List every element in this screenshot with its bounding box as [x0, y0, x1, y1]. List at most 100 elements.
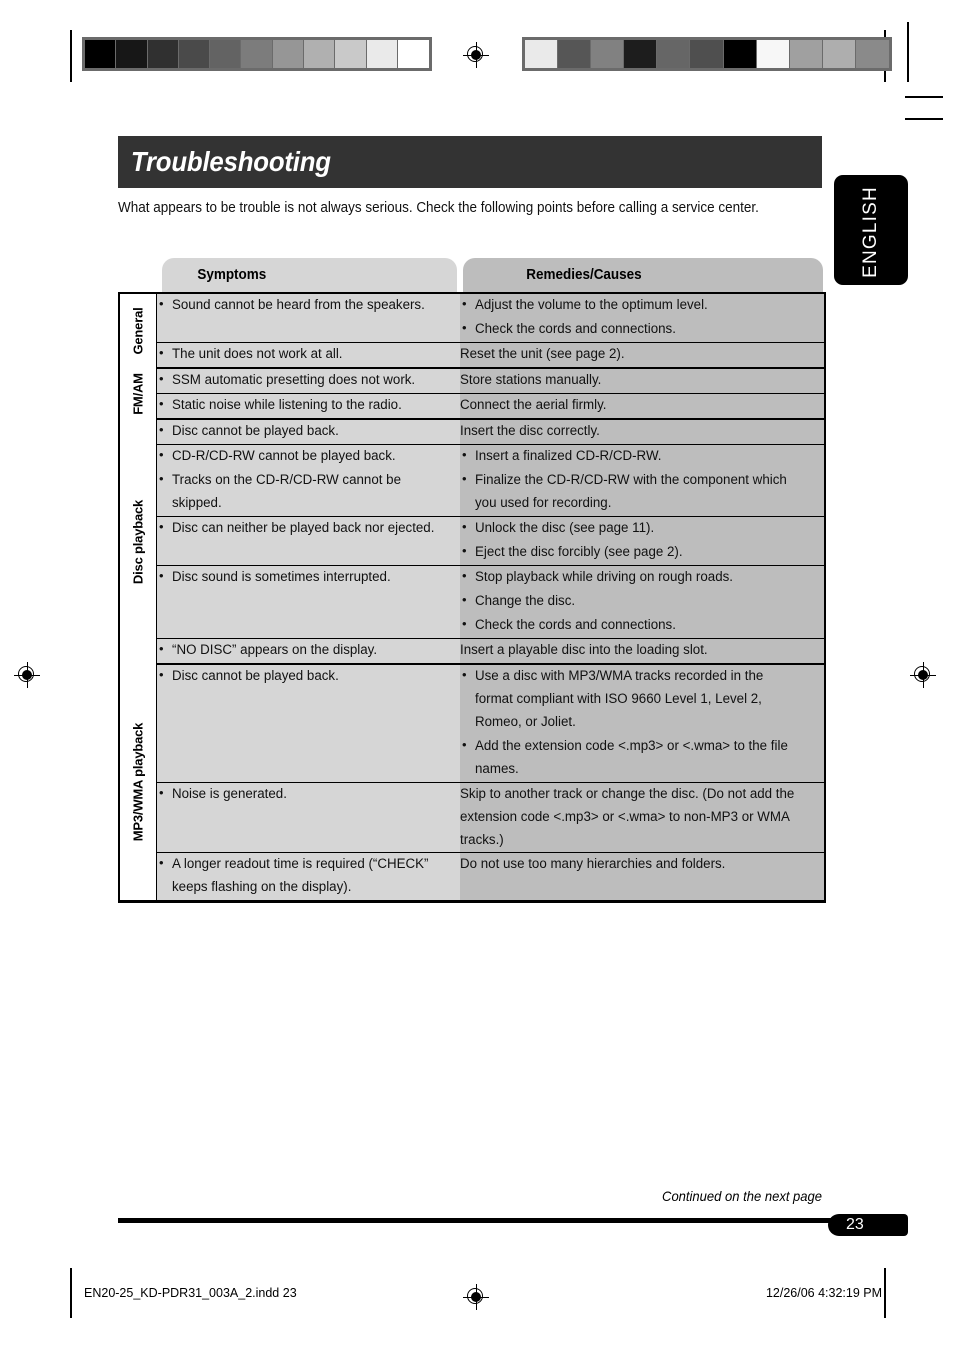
table-row: Disc sound is sometimes interrupted.Stop… [119, 565, 826, 639]
remedy-item: Insert a playable disc into the loading … [460, 642, 708, 658]
gray-swatch [303, 40, 336, 68]
gray-swatch [690, 40, 724, 68]
remedy-cell: Do not use too many hierarchies and fold… [460, 852, 826, 903]
gray-swatch [591, 40, 625, 68]
table-row: “NO DISC” appears on the display.Insert … [119, 638, 826, 665]
symptom-item: Disc can neither be played back nor ejec… [157, 516, 460, 540]
table-row: MP3/WMA playback Disc cannot be played ba… [118, 664, 826, 902]
registration-target-bottom-center [463, 1284, 489, 1310]
row-group-label-cell: Disc playback [118, 419, 157, 664]
symptom-cell: Sound cannot be heard from the speakers. [156, 293, 460, 343]
table-row: The unit does not work at all.Reset the … [119, 342, 826, 369]
gray-swatch [210, 40, 242, 68]
page-number: 23 [846, 1216, 864, 1233]
row-group-label: FM/AM [130, 372, 146, 415]
table-row: CD-R/CD-RW cannot be played back.Tracks … [119, 444, 826, 517]
registration-target-top-center [463, 42, 489, 68]
symptom-cell: Disc can neither be played back nor ejec… [156, 516, 460, 566]
gray-swatch [116, 40, 148, 68]
intro-paragraph: What appears to be trouble is not always… [118, 200, 759, 216]
crop-mark-right-upper-horizontal [905, 96, 943, 98]
remedy-cell: Reset the unit (see page 2). [460, 342, 826, 369]
gray-swatch [272, 40, 304, 68]
crop-mark-bottom-right-vertical [884, 1268, 886, 1318]
remedy-cell: Store stations manually. [460, 368, 826, 394]
grayscale-calibration-bar-left [82, 37, 432, 71]
symptom-item: CD-R/CD-RW cannot be played back. [157, 444, 460, 468]
remedy-item: Adjust the volume to the optimum level. [460, 293, 824, 317]
remedy-item: Connect the aerial firmly. [460, 397, 607, 413]
symptom-cell: SSM automatic presetting does not work. [156, 368, 460, 394]
registration-target-left-middle [14, 662, 40, 688]
crop-mark-top-left-vertical [70, 30, 72, 82]
remedy-item: Insert the disc correctly. [460, 423, 600, 439]
page-title: Troubleshooting [130, 146, 331, 177]
symptom-item: A longer readout time is required (“CHEC… [157, 852, 460, 899]
remedy-cell: Insert the disc correctly. [460, 419, 826, 445]
registration-target-right-middle [910, 662, 936, 688]
gray-swatch [657, 40, 691, 68]
row-group-label: Disc playback [130, 499, 146, 584]
remedy-cell: Stop playback while driving on rough roa… [460, 565, 826, 639]
remedy-item: Store stations manually. [460, 372, 602, 388]
remedy-cell: Skip to another track or change the disc… [460, 782, 826, 853]
language-tab: ENGLISH [834, 175, 908, 285]
gray-swatch [85, 40, 117, 68]
print-timestamp: 12/26/06 4:32:19 PM [765, 1286, 882, 1300]
remedy-cell: Insert a playable disc into the loading … [460, 638, 826, 665]
symptom-item: “NO DISC” appears on the display. [157, 638, 460, 662]
gray-swatch [558, 40, 592, 68]
remedy-cell: Use a disc with MP3/WMA tracks recorded … [460, 664, 826, 783]
symptom-cell: Disc cannot be played back. [156, 664, 460, 783]
table-header-tabs: Symptoms Remedies/Causes [118, 258, 823, 292]
page-number-badge: 23 [828, 1214, 908, 1236]
remedy-item: Eject the disc forcibly (see page 2). [460, 540, 824, 564]
row-group-label-cell: MP3/WMA playback [118, 664, 157, 902]
language-tab-label: ENGLISH [860, 186, 881, 278]
symptom-item: Disc cannot be played back. [157, 664, 460, 688]
crop-mark-bottom-left-vertical [70, 1268, 72, 1318]
symptom-cell: Disc sound is sometimes interrupted. [156, 565, 460, 639]
column-header-symptoms: Symptoms [162, 258, 457, 292]
table-row: Disc can neither be played back nor ejec… [119, 516, 826, 566]
gray-swatch [147, 40, 179, 68]
table-row: Static noise while listening to the radi… [119, 393, 826, 420]
remedy-item: Check the cords and connections. [460, 613, 824, 637]
footer-rule [118, 1218, 908, 1223]
symptom-cell: “NO DISC” appears on the display. [156, 638, 460, 665]
table-row: A longer readout time is required (“CHEC… [119, 852, 826, 903]
remedy-item: Insert a finalized CD-R/CD-RW. [460, 444, 824, 468]
remedy-item: Use a disc with MP3/WMA tracks recorded … [460, 664, 824, 734]
symptom-item: Disc cannot be played back. [157, 419, 460, 443]
remedy-item: Check the cords and connections. [460, 317, 824, 341]
symptom-cell: A longer readout time is required (“CHEC… [156, 852, 460, 903]
table-row: Noise is generated.Skip to another track… [119, 782, 826, 853]
column-header-remedies-label: Remedies/Causes [526, 267, 642, 283]
gray-swatch [789, 40, 823, 68]
gray-swatch [723, 40, 757, 68]
page-title-bar: Troubleshooting [118, 136, 822, 188]
remedy-item: Skip to another track or change the disc… [460, 786, 795, 848]
symptom-item: Tracks on the CD-R/CD-RW cannot be skipp… [157, 468, 460, 515]
gray-swatch [178, 40, 211, 68]
remedy-cell: Connect the aerial firmly. [460, 393, 826, 420]
symptom-cell: Noise is generated. [156, 782, 460, 853]
remedy-cell: Unlock the disc (see page 11).Eject the … [460, 516, 826, 566]
gray-swatch [366, 40, 398, 68]
row-group-label-cell: General [118, 293, 157, 368]
table-row: Disc playback Disc cannot be played back.… [118, 419, 826, 664]
crop-mark-top-right-inner-vertical [907, 22, 909, 82]
gray-swatch [624, 40, 658, 68]
symptom-item: Noise is generated. [157, 782, 460, 806]
remedy-item: Change the disc. [460, 589, 824, 613]
remedy-item: Stop playback while driving on rough roa… [460, 565, 824, 589]
table-row: General Sound cannot be heard from the sp… [118, 293, 826, 368]
symptom-item: Disc sound is sometimes interrupted. [157, 565, 460, 589]
gray-swatch [241, 40, 273, 68]
symptom-cell: The unit does not work at all. [156, 342, 460, 369]
remedy-item: Unlock the disc (see page 11). [460, 516, 824, 540]
symptom-cell: Static noise while listening to the radi… [156, 393, 460, 420]
remedy-item: Add the extension code <.mp3> or <.wma> … [460, 734, 824, 781]
gray-swatch [397, 40, 430, 68]
remedy-item: Reset the unit (see page 2). [460, 346, 625, 362]
